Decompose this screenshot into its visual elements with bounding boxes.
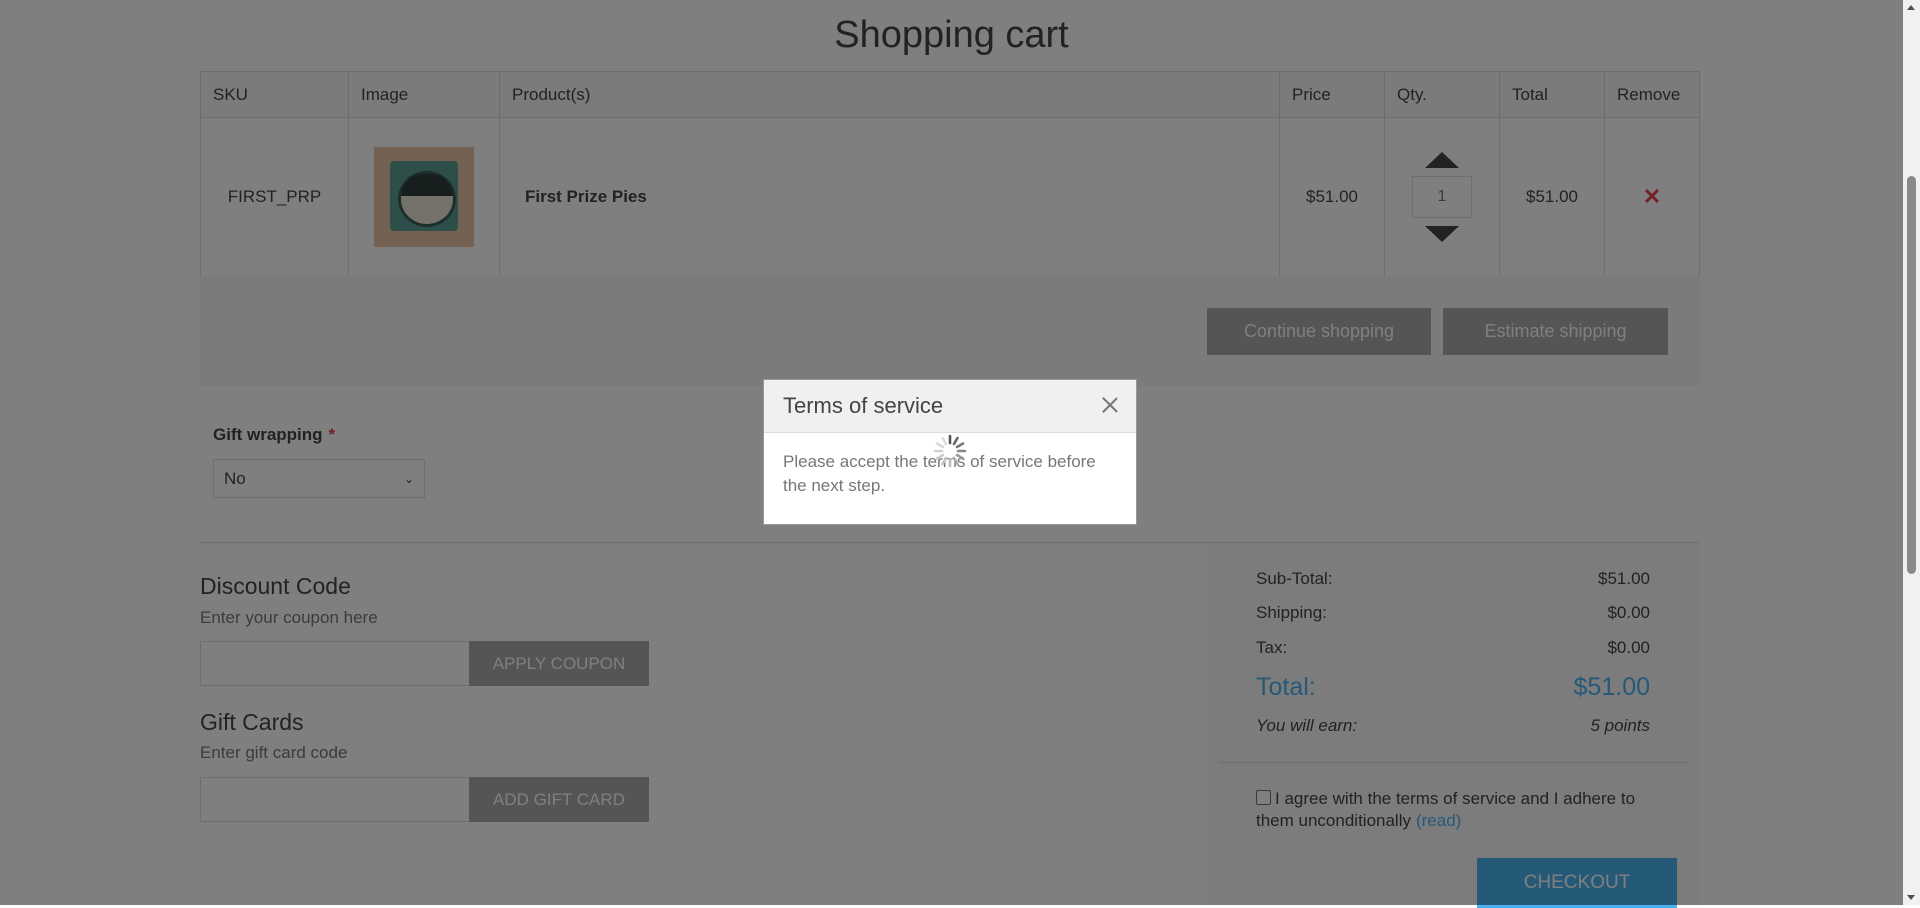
loading-spinner-icon bbox=[933, 434, 967, 468]
scroll-down-arrow-icon[interactable] bbox=[1907, 895, 1915, 900]
modal-header: Terms of service bbox=[764, 380, 1136, 433]
modal-title: Terms of service bbox=[783, 393, 944, 418]
scroll-up-arrow-icon[interactable] bbox=[1907, 5, 1915, 10]
page-scrollbar[interactable] bbox=[1903, 0, 1920, 905]
scroll-thumb[interactable] bbox=[1907, 176, 1916, 574]
close-icon[interactable] bbox=[1100, 395, 1120, 415]
